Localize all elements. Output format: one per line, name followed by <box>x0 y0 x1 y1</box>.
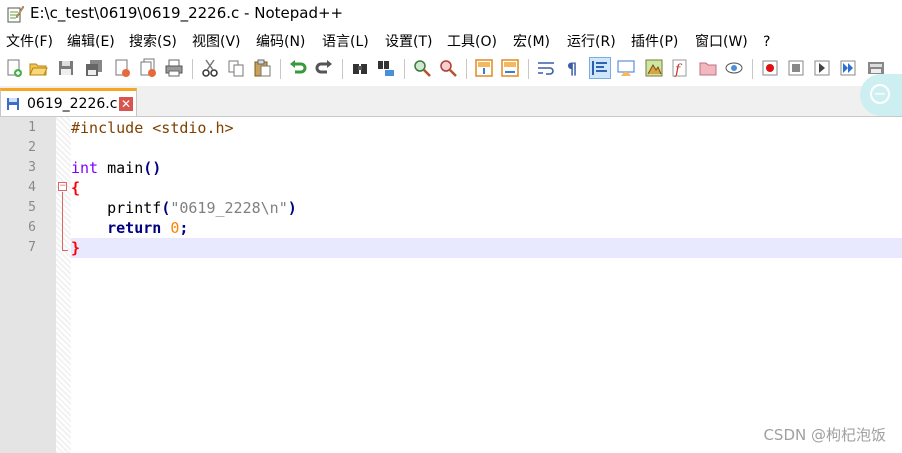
code-token: printf <box>71 199 162 217</box>
code-token: ; <box>179 219 189 237</box>
line-number: 7 <box>28 240 36 255</box>
csdn-watermark: CSDN @枸杞泡饭 <box>763 426 886 444</box>
code-token: ) <box>287 199 297 217</box>
cut-icon[interactable] <box>200 58 220 78</box>
code-token: return <box>107 219 162 237</box>
menu-tools[interactable]: 工具(O) <box>446 33 498 51</box>
fold-guide-end <box>62 250 68 251</box>
code-token: () <box>143 159 162 177</box>
redo-icon[interactable] <box>314 58 334 78</box>
toolbar-separator <box>404 59 405 79</box>
toolbar: ¶ f <box>0 56 902 82</box>
sync-horizontal-icon[interactable] <box>500 58 520 78</box>
code-editor[interactable]: 1 2 3 4 5 6 7 − #include <stdio.h> int ma… <box>0 117 902 453</box>
notepad-app-icon <box>7 5 24 23</box>
tab-0619-2226[interactable]: 0619_2226.c ✕ <box>0 88 137 116</box>
menu-help[interactable]: ? <box>762 33 771 51</box>
window-title: E:\c_test\0619\0619_2226.c - Notepad++ <box>30 4 344 22</box>
folder-workspace-icon[interactable] <box>698 58 718 78</box>
code-token: int <box>71 159 99 177</box>
toolbar-separator <box>752 59 753 79</box>
undo-icon[interactable] <box>288 58 308 78</box>
menu-view[interactable]: 视图(V) <box>191 33 242 51</box>
tab-label: 0619_2226.c <box>27 96 118 112</box>
fold-margin[interactable] <box>56 117 71 453</box>
menu-macro[interactable]: 宏(M) <box>512 33 551 51</box>
toolbar-separator <box>280 59 281 79</box>
fold-guide-line <box>62 192 63 250</box>
menu-settings[interactable]: 设置(T) <box>384 33 433 51</box>
function-list-icon[interactable]: f <box>670 58 690 78</box>
save-icon[interactable] <box>56 58 76 78</box>
save-all-icon[interactable] <box>84 58 104 78</box>
code-line[interactable]: #include <stdio.h> <box>71 118 902 138</box>
code-token: { <box>71 179 81 197</box>
show-all-chars-icon[interactable]: ¶ <box>562 58 582 78</box>
open-file-icon[interactable] <box>28 58 48 78</box>
line-number: 3 <box>28 160 36 175</box>
code-token: } <box>71 239 81 257</box>
close-icon[interactable] <box>112 58 132 78</box>
menu-plugins[interactable]: 插件(P) <box>630 33 679 51</box>
code-token: main <box>98 159 144 177</box>
menu-language[interactable]: 语言(L) <box>321 33 370 51</box>
code-token: "0619_2228\n" <box>170 199 288 217</box>
word-wrap-icon[interactable] <box>536 58 556 78</box>
record-macro-icon[interactable] <box>760 58 780 78</box>
print-icon[interactable] <box>164 58 184 78</box>
close-all-icon[interactable] <box>138 58 158 78</box>
line-number: 6 <box>28 220 36 235</box>
new-file-icon[interactable] <box>4 58 24 78</box>
sync-vertical-icon[interactable] <box>474 58 494 78</box>
code-line[interactable]: printf("0619_2228\n") <box>71 198 902 218</box>
svg-text:¶: ¶ <box>567 59 577 78</box>
code-line[interactable] <box>71 138 902 158</box>
find-icon[interactable] <box>350 58 370 78</box>
toolbar-separator <box>192 59 193 79</box>
toolbar-separator <box>528 59 529 79</box>
run-macro-multiple-icon[interactable] <box>838 58 858 78</box>
code-line[interactable]: } <box>71 238 902 258</box>
menu-encoding[interactable]: 编码(N) <box>255 33 306 51</box>
replace-icon[interactable] <box>376 58 396 78</box>
copy-icon[interactable] <box>226 58 246 78</box>
minus-circle-icon: − <box>870 84 890 104</box>
stop-record-icon[interactable] <box>786 58 806 78</box>
menu-bar: 文件(F) 编辑(E) 搜索(S) 视图(V) 编码(N) 语言(L) 设置(T… <box>0 30 902 54</box>
fold-toggle-icon[interactable]: − <box>58 182 67 191</box>
code-token: ( <box>161 199 171 217</box>
line-number: 2 <box>28 140 36 155</box>
code-token: #include <stdio.h> <box>71 119 234 137</box>
tab-bar: 0619_2226.c ✕ <box>0 86 902 117</box>
doc-map-icon[interactable] <box>644 58 664 78</box>
indent-guide-icon[interactable] <box>589 57 611 79</box>
line-number-gutter: 1 2 3 4 5 6 7 <box>0 117 56 453</box>
saved-file-icon <box>7 98 19 110</box>
code-line[interactable]: return 0; <box>71 218 902 238</box>
line-number: 4 <box>28 180 36 195</box>
menu-run[interactable]: 运行(R) <box>566 33 617 51</box>
menu-file[interactable]: 文件(F) <box>5 33 54 51</box>
code-line[interactable]: { <box>71 178 902 198</box>
monitor-icon[interactable] <box>724 58 744 78</box>
toolbar-separator <box>466 59 467 79</box>
toolbar-separator <box>342 59 343 79</box>
tab-close-icon[interactable]: ✕ <box>119 97 133 111</box>
udl-icon[interactable] <box>616 58 636 78</box>
zoom-in-icon[interactable] <box>412 58 432 78</box>
floating-assistant-button[interactable]: − <box>860 74 902 116</box>
line-number: 1 <box>28 120 36 135</box>
menu-search[interactable]: 搜索(S) <box>128 33 178 51</box>
line-number: 5 <box>28 200 36 215</box>
menu-window[interactable]: 窗口(W) <box>694 33 749 51</box>
code-line[interactable]: int main() <box>71 158 902 178</box>
menu-edit[interactable]: 编辑(E) <box>66 33 116 51</box>
title-bar: E:\c_test\0619\0619_2226.c - Notepad++ <box>0 0 902 28</box>
play-macro-icon[interactable] <box>812 58 832 78</box>
zoom-out-icon[interactable] <box>438 58 458 78</box>
paste-icon[interactable] <box>252 58 272 78</box>
